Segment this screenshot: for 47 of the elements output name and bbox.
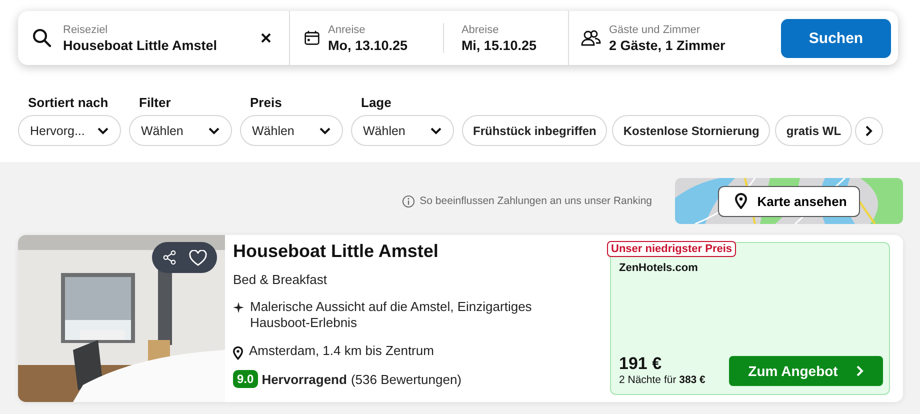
- checkout-field[interactable]: Abreise Mi, 15.10.25: [461, 24, 568, 52]
- filter-label: Preis: [249, 95, 283, 110]
- map-pin-icon: [735, 193, 748, 209]
- search-icon: [32, 28, 52, 48]
- chevron-down-icon: [97, 126, 109, 134]
- rating-label: Hervorragend: [262, 372, 347, 386]
- filter-label: Lage: [360, 95, 392, 110]
- calendar-icon: [304, 29, 320, 47]
- deal-button[interactable]: Zum Angebot: [729, 356, 883, 386]
- guests-field[interactable]: Gäste und Zimmer 2 Gäste, 1 Zimmer: [609, 24, 726, 52]
- chevron-down-icon: [319, 126, 331, 134]
- review-count: (536 Bewertungen): [350, 372, 462, 386]
- location-text: Amsterdam, 1.4 km bis Zentrum: [249, 343, 434, 359]
- filter-chip[interactable]: Kostenlose Stornierung: [612, 115, 770, 146]
- chevron-down-icon: [208, 126, 220, 134]
- chevron-right-icon: [865, 124, 874, 136]
- chevron-down-icon: [430, 126, 442, 134]
- people-icon: [581, 29, 601, 47]
- lowest-price-badge: Unser niedrigster Preis: [607, 241, 736, 257]
- filter-label: Filter: [138, 95, 172, 110]
- filter-dropdown[interactable]: Wählen: [240, 115, 343, 146]
- share-icon[interactable]: [162, 250, 177, 265]
- checkin-field[interactable]: Anreise Mo, 13.10.25: [328, 24, 435, 52]
- filter-dropdown[interactable]: Wählen: [351, 115, 454, 146]
- view-map-button[interactable]: Karte ansehen: [718, 186, 860, 216]
- filter-dropdown[interactable]: Wählen: [129, 115, 232, 146]
- hotel-name[interactable]: Houseboat Little Amstel: [233, 241, 602, 262]
- heart-icon[interactable]: [189, 250, 207, 266]
- filter-chip[interactable]: gratis WL: [775, 115, 852, 146]
- filter-dropdown[interactable]: Hervorg...: [18, 115, 121, 146]
- ranking-note[interactable]: So beeinflussen Zahlungen an uns unser Ranking: [420, 195, 652, 207]
- price-text: 191 €: [619, 354, 663, 374]
- scroll-right-button[interactable]: [855, 116, 884, 144]
- chevron-right-icon: [856, 365, 864, 377]
- info-icon: [402, 194, 415, 208]
- map-pin-icon: [233, 346, 243, 360]
- destination-field[interactable]: Reiseziel Houseboat Little Amstel: [63, 24, 250, 52]
- filter-label: Sortiert nach: [27, 95, 110, 110]
- highlight-text: Malerische Aussicht auf die Amstel, Einzigartiges Hausboot-Erlebnis: [250, 299, 533, 331]
- sparkle-icon: [233, 302, 244, 313]
- search-button[interactable]: Suchen: [781, 18, 891, 58]
- total-price-text: 2 Nächte für 383 €: [619, 374, 706, 386]
- close-icon[interactable]: [261, 33, 271, 43]
- filter-chip[interactable]: Frühstück inbegriffen: [462, 115, 608, 146]
- property-type: Bed & Breakfast: [233, 272, 328, 287]
- provider-name: ZenHotels.com: [619, 262, 699, 274]
- rating-score: 9.0: [233, 370, 258, 388]
